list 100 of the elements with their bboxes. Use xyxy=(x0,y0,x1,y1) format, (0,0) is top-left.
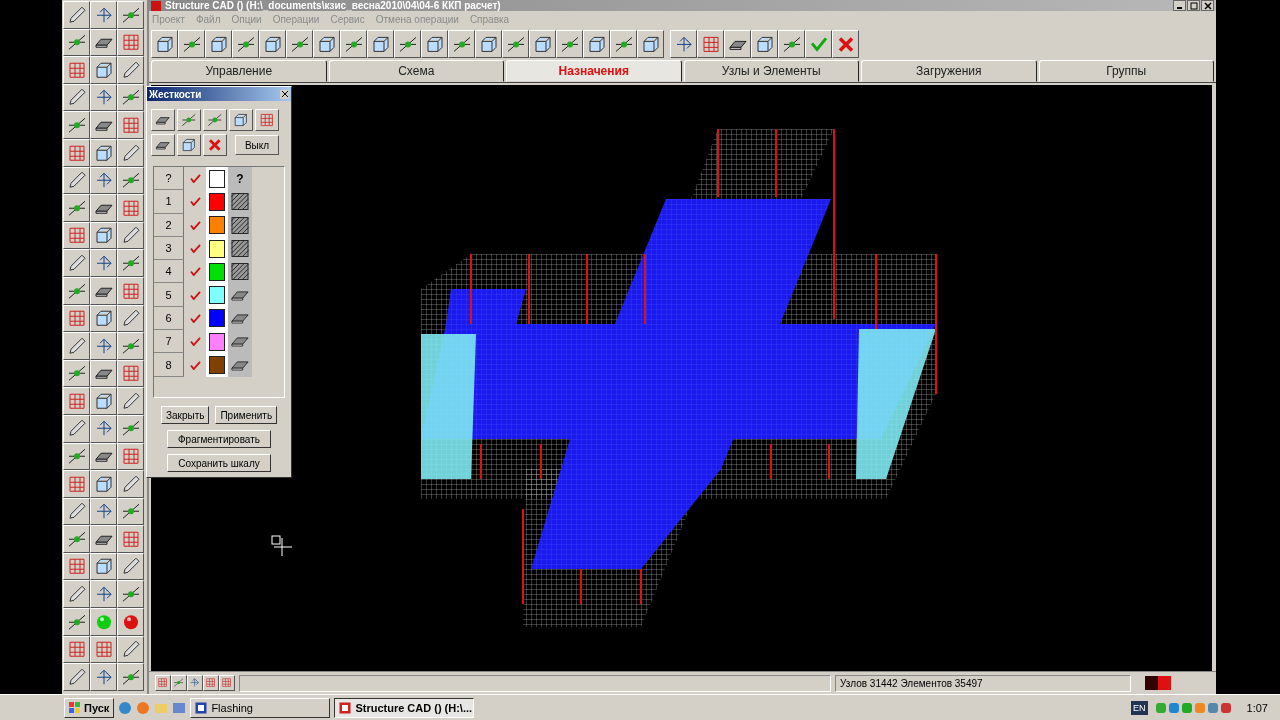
off-button[interactable]: Выкл xyxy=(235,135,279,155)
tool-button[interactable] xyxy=(90,332,117,360)
tool-button[interactable] xyxy=(751,30,778,58)
save-scale-button[interactable]: Сохранить шкалу xyxy=(167,454,271,472)
tool-button[interactable] xyxy=(556,30,583,58)
tool-button[interactable] xyxy=(63,166,90,195)
tool-button[interactable] xyxy=(117,194,144,222)
tool-button[interactable] xyxy=(90,1,117,29)
tab[interactable]: Управление xyxy=(151,60,327,82)
tool-button[interactable] xyxy=(90,83,117,112)
tool-button[interactable] xyxy=(117,525,144,553)
tool-button[interactable] xyxy=(90,194,117,222)
close-dialog-button[interactable]: Закрыть xyxy=(160,406,210,424)
tool-button[interactable] xyxy=(529,30,556,58)
tool-button[interactable] xyxy=(610,30,637,58)
cancel-button[interactable] xyxy=(832,30,859,58)
tool-button[interactable] xyxy=(670,30,697,58)
color-swatch[interactable] xyxy=(209,356,225,374)
tool-button[interactable] xyxy=(117,470,144,498)
tool-button[interactable] xyxy=(63,28,90,57)
tool-button[interactable] xyxy=(255,109,279,131)
tool-button[interactable] xyxy=(63,552,90,581)
tab[interactable]: Загружения xyxy=(861,60,1037,82)
tool-button[interactable] xyxy=(151,134,175,156)
tool-button[interactable] xyxy=(286,30,313,58)
tool-button[interactable] xyxy=(63,608,90,636)
status-tool-button[interactable] xyxy=(155,675,171,691)
tool-button[interactable] xyxy=(90,635,117,664)
tool-button[interactable] xyxy=(151,30,178,58)
tool-button[interactable] xyxy=(63,497,90,526)
taskbar-button[interactable]: Structure CAD () (H:\... xyxy=(334,697,475,718)
tool-button[interactable] xyxy=(90,138,117,167)
tool-button[interactable] xyxy=(778,30,805,58)
tool-button[interactable] xyxy=(117,608,144,636)
tool-button[interactable] xyxy=(117,663,144,691)
tool-button[interactable] xyxy=(151,109,175,131)
tool-button[interactable] xyxy=(63,304,90,333)
tool-button[interactable] xyxy=(421,30,448,58)
delete-button[interactable] xyxy=(203,134,227,156)
tool-button[interactable] xyxy=(203,109,227,131)
color-swatch[interactable] xyxy=(209,286,225,305)
status-tool-button[interactable] xyxy=(187,675,203,691)
tool-button[interactable] xyxy=(117,83,144,112)
tool-button[interactable] xyxy=(340,30,367,58)
language-indicator[interactable]: EN xyxy=(1131,700,1148,715)
tool-button[interactable] xyxy=(63,332,90,360)
tool-button[interactable] xyxy=(117,1,144,29)
status-tool-button[interactable] xyxy=(171,675,187,691)
tool-button[interactable] xyxy=(117,56,144,84)
tool-button[interactable] xyxy=(177,109,201,131)
tool-button[interactable] xyxy=(259,30,286,58)
tool-button[interactable] xyxy=(63,387,90,415)
color-swatch[interactable] xyxy=(209,332,225,351)
close-button[interactable] xyxy=(1201,0,1214,11)
tool-button[interactable] xyxy=(90,304,117,333)
maximize-button[interactable] xyxy=(1187,0,1200,11)
tool-button[interactable] xyxy=(90,221,117,250)
tool-button[interactable] xyxy=(178,30,205,58)
tool-button[interactable] xyxy=(90,497,117,526)
tool-button[interactable] xyxy=(63,138,90,167)
tool-button[interactable] xyxy=(475,30,502,58)
color-swatch[interactable] xyxy=(209,239,225,258)
tool-button[interactable] xyxy=(90,552,117,581)
tool-button[interactable] xyxy=(90,414,117,443)
start-button[interactable]: Пуск xyxy=(64,697,115,718)
tool-button[interactable] xyxy=(367,30,394,58)
tool-button[interactable] xyxy=(63,221,90,250)
tool-button[interactable] xyxy=(90,580,117,609)
tab[interactable]: Узлы и Элементы xyxy=(683,60,859,82)
tool-button[interactable] xyxy=(117,28,144,57)
tool-button[interactable] xyxy=(90,111,117,139)
tool-button[interactable] xyxy=(394,30,421,58)
apply-button[interactable]: Применить xyxy=(215,406,278,424)
tool-button[interactable] xyxy=(117,304,144,333)
tool-button[interactable] xyxy=(697,30,724,58)
tool-button[interactable] xyxy=(117,166,144,195)
tool-button[interactable] xyxy=(117,580,144,609)
tool-button[interactable] xyxy=(63,56,90,84)
tool-button[interactable] xyxy=(117,138,144,167)
tool-button[interactable] xyxy=(63,83,90,112)
ok-button[interactable] xyxy=(805,30,832,58)
tool-button[interactable] xyxy=(63,663,90,691)
tool-button[interactable] xyxy=(229,109,253,131)
minimize-button[interactable] xyxy=(1173,0,1186,11)
tool-button[interactable] xyxy=(637,30,664,58)
status-tool-button[interactable] xyxy=(219,675,235,691)
tool-button[interactable] xyxy=(205,30,232,58)
tool-button[interactable] xyxy=(63,111,90,139)
tool-button[interactable] xyxy=(63,1,90,29)
tool-button[interactable] xyxy=(90,56,117,84)
status-tool-button[interactable] xyxy=(203,675,219,691)
tool-button[interactable] xyxy=(63,442,90,471)
tool-button[interactable] xyxy=(90,249,117,277)
tool-button[interactable] xyxy=(313,30,340,58)
tool-button[interactable] xyxy=(63,525,90,553)
tool-button[interactable] xyxy=(63,249,90,277)
tool-button[interactable] xyxy=(502,30,529,58)
tool-button[interactable] xyxy=(117,442,144,471)
tool-button[interactable] xyxy=(117,221,144,250)
close-button[interactable] xyxy=(280,89,289,99)
